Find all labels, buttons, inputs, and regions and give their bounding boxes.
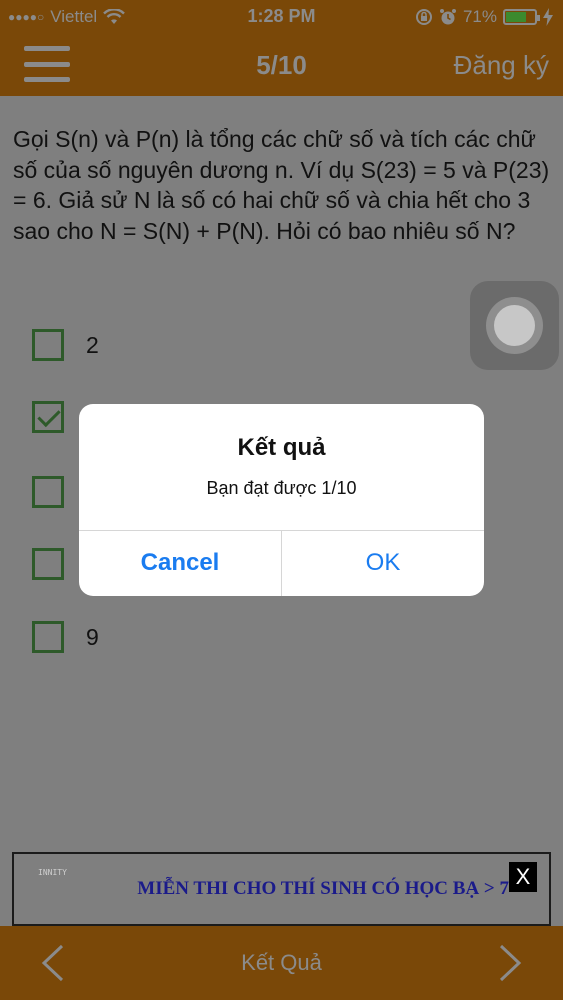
answer-option-5[interactable]: 9 <box>32 621 99 653</box>
assistive-touch-knob <box>494 305 535 346</box>
answer-option-2[interactable] <box>32 401 86 433</box>
battery-icon <box>503 9 540 25</box>
answer-checkbox[interactable] <box>32 329 64 361</box>
answer-option-3[interactable] <box>32 476 86 508</box>
rotation-lock-icon <box>415 9 432 25</box>
nav-bar: 5/10 Đăng ký <box>0 34 563 96</box>
battery-fill <box>506 12 526 22</box>
ad-close-button[interactable]: X <box>509 862 537 892</box>
answer-checkbox[interactable] <box>32 476 64 508</box>
ad-logo: INNITY <box>38 868 67 877</box>
alert-message: Bạn đạt được 1/10 <box>206 478 357 498</box>
assistive-touch-icon[interactable] <box>470 281 559 370</box>
alarm-icon <box>439 9 456 25</box>
answer-option-4[interactable] <box>32 548 86 580</box>
answer-checkbox[interactable] <box>32 401 64 433</box>
ad-text[interactable]: MIỄN THI CHO THÍ SINH CÓ HỌC BẠ > 7 <box>14 878 519 900</box>
ok-button[interactable]: OK <box>282 530 484 596</box>
charging-icon <box>543 8 553 26</box>
bottom-bar: Kết Quả <box>0 926 563 1000</box>
result-alert-dialog: Kết quả Bạn đạt được 1/10 Cancel OK <box>79 404 484 596</box>
results-button[interactable]: Kết Quả <box>0 950 563 976</box>
answer-label: 2 <box>86 331 99 358</box>
status-bar: ●●●●○ Viettel 1:28 PM 71% <box>0 0 563 34</box>
chevron-right-icon[interactable] <box>495 944 525 982</box>
alert-title: Kết quả <box>237 434 326 461</box>
answer-checkbox[interactable] <box>32 548 64 580</box>
question-text: Gọi S(n) và P(n) là tổng các chữ số và t… <box>13 126 550 244</box>
status-right: 71% <box>415 7 553 27</box>
ad-banner[interactable]: INNITY MIỄN THI CHO THÍ SINH CÓ HỌC BẠ >… <box>12 852 551 926</box>
register-button[interactable]: Đăng ký <box>454 50 549 81</box>
battery-percent: 71% <box>462 7 497 26</box>
answer-option-1[interactable]: 2 <box>32 329 99 361</box>
cancel-button[interactable]: Cancel <box>79 530 281 596</box>
answer-label: 9 <box>86 623 99 650</box>
answer-checkbox[interactable] <box>32 621 64 653</box>
